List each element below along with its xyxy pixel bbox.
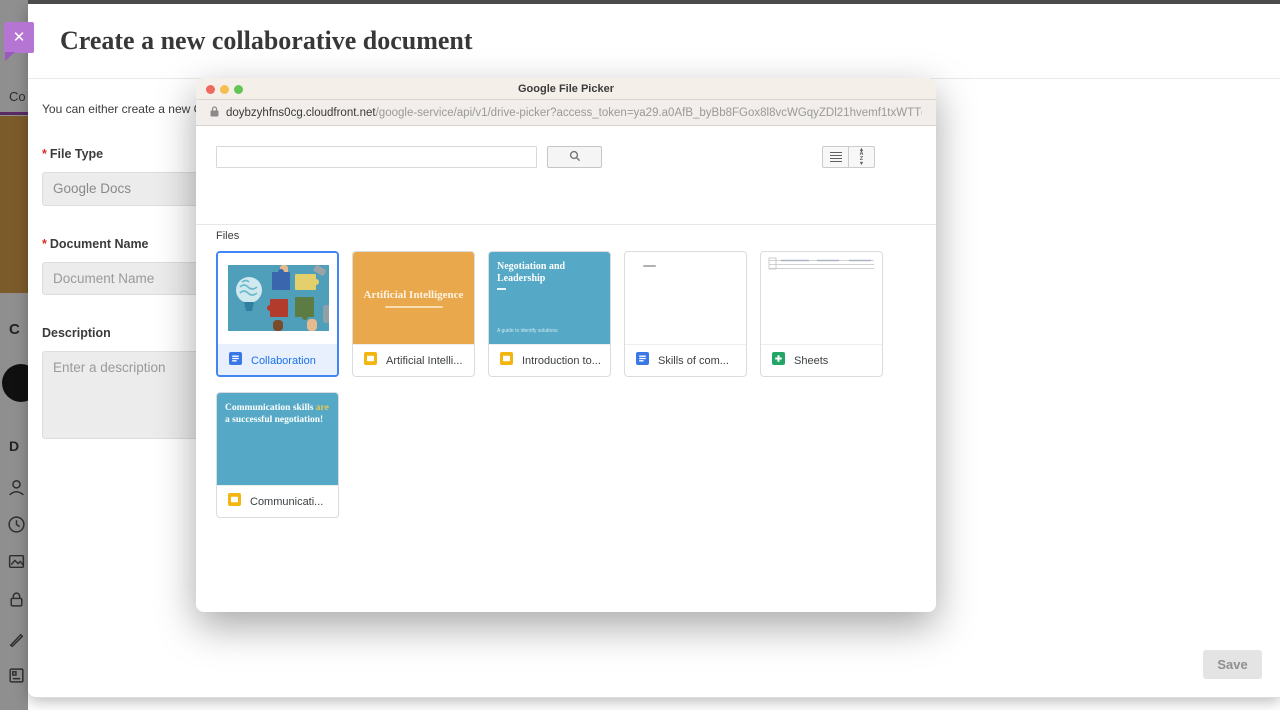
clock-icon — [7, 515, 26, 534]
search-icon — [569, 150, 581, 165]
window-minimize-icon[interactable] — [220, 85, 229, 94]
file-thumbnail: Negotiation and Leadership A guide to id… — [489, 252, 610, 344]
picker-window-title: Google File Picker — [196, 78, 936, 100]
list-view-icon — [830, 152, 842, 163]
google-sheets-icon — [772, 352, 785, 370]
file-card-collaboration[interactable]: Collaboration — [216, 251, 339, 377]
files-divider — [196, 224, 936, 225]
background-banner-image — [0, 116, 28, 293]
spreadsheet-rows-preview — [761, 252, 882, 282]
file-name: Skills of com... — [658, 355, 729, 367]
file-card-footer: Skills of com... — [625, 344, 746, 377]
padlock-icon — [210, 104, 219, 122]
picker-url[interactable]: doybzyhfns0cg.cloudfront.net/google-serv… — [226, 107, 922, 119]
background-heading-fragment-c: C — [9, 321, 20, 338]
thumb-title: Negotiation and Leadership — [497, 261, 602, 285]
url-path: /google-service/api/v1/drive-picker?acce… — [376, 107, 922, 119]
required-marker: * — [42, 147, 47, 161]
file-card-footer: Sheets — [761, 344, 882, 377]
window-zoom-icon[interactable] — [234, 85, 243, 94]
file-card-footer: Communicati... — [217, 485, 338, 518]
thumb-text-dash — [643, 265, 656, 267]
google-docs-icon — [229, 352, 242, 370]
google-slides-icon — [364, 352, 377, 370]
file-card-footer: Artificial Intelli... — [353, 344, 474, 377]
google-docs-icon — [636, 352, 649, 370]
file-thumbnail — [218, 253, 337, 344]
file-card-communication[interactable]: Communication skills are a successful ne… — [216, 392, 339, 518]
file-name: Collaboration — [251, 355, 316, 367]
file-name: Introduction to... — [522, 355, 601, 367]
background-heading-fragment-d: D — [9, 438, 19, 454]
file-thumbnail: Communication skills are a successful ne… — [217, 393, 338, 485]
file-card-negotiation-leadership[interactable]: Negotiation and Leadership A guide to id… — [488, 251, 611, 377]
file-card-footer: Introduction to... — [489, 344, 610, 377]
file-thumbnail — [625, 252, 746, 344]
thumb-dash — [497, 288, 506, 290]
file-name: Artificial Intelli... — [386, 355, 462, 367]
file-card-footer: Collaboration — [218, 344, 337, 377]
view-toggle-group: ▲AZ▼ — [822, 146, 875, 168]
close-icon: ✕ — [13, 29, 26, 46]
google-file-picker-window: Google File Picker doybzyhfns0cg.cloudfr… — [196, 78, 936, 612]
thumb-title: Artificial Intelligence — [364, 289, 464, 301]
picker-titlebar: Google File Picker — [196, 78, 936, 100]
picker-urlbar: doybzyhfns0cg.cloudfront.net/google-serv… — [196, 100, 936, 126]
files-section-label: Files — [216, 230, 239, 242]
file-card-skills[interactable]: Skills of com... — [624, 251, 747, 377]
file-card-artificial-intelligence[interactable]: Artificial Intelligence Artificial Intel… — [352, 251, 475, 377]
board-icon — [7, 666, 26, 685]
window-close-icon[interactable] — [206, 85, 215, 94]
thumb-title: Communication skills are a successful ne… — [225, 403, 330, 427]
google-slides-icon — [500, 352, 513, 370]
screen: Co C D Create a new collaborative docume… — [0, 0, 1280, 710]
background-tab-fragment: Co — [9, 89, 26, 104]
person-icon — [7, 478, 26, 497]
file-card-sheets[interactable]: Sheets — [760, 251, 883, 377]
file-thumbnail — [761, 252, 882, 344]
avatar — [2, 364, 28, 402]
sort-az-icon: ▲AZ▼ — [859, 148, 864, 166]
thumb-subtitle: A guide to identify solutions — [497, 328, 558, 334]
google-slides-icon — [228, 493, 241, 511]
teamwork-puzzle-illustration — [228, 265, 329, 331]
picker-body: ▲AZ▼ Files — [196, 126, 936, 612]
thumb-subtitle-bar — [385, 306, 443, 308]
page-title: Create a new collaborative document — [60, 26, 473, 56]
lock-icon — [7, 590, 26, 609]
file-name: Communicati... — [250, 496, 323, 508]
image-icon — [7, 552, 26, 571]
file-name: Sheets — [794, 355, 828, 367]
background-tab-underline — [0, 112, 28, 115]
url-domain: doybzyhfns0cg.cloudfront.net — [226, 107, 376, 119]
file-grid: Collaboration Artificial Intelligence — [216, 251, 896, 518]
sort-az-button[interactable]: ▲AZ▼ — [848, 146, 875, 168]
close-dialog-button[interactable]: ✕ — [4, 22, 34, 53]
pencil-icon — [7, 630, 26, 649]
background-page-strip: Co C D — [0, 0, 28, 710]
list-view-button[interactable] — [822, 146, 849, 168]
required-marker: * — [42, 237, 47, 251]
save-button[interactable]: Save — [1203, 650, 1262, 679]
search-button[interactable] — [547, 146, 602, 168]
search-input[interactable] — [216, 146, 537, 168]
file-thumbnail: Artificial Intelligence — [353, 252, 474, 344]
